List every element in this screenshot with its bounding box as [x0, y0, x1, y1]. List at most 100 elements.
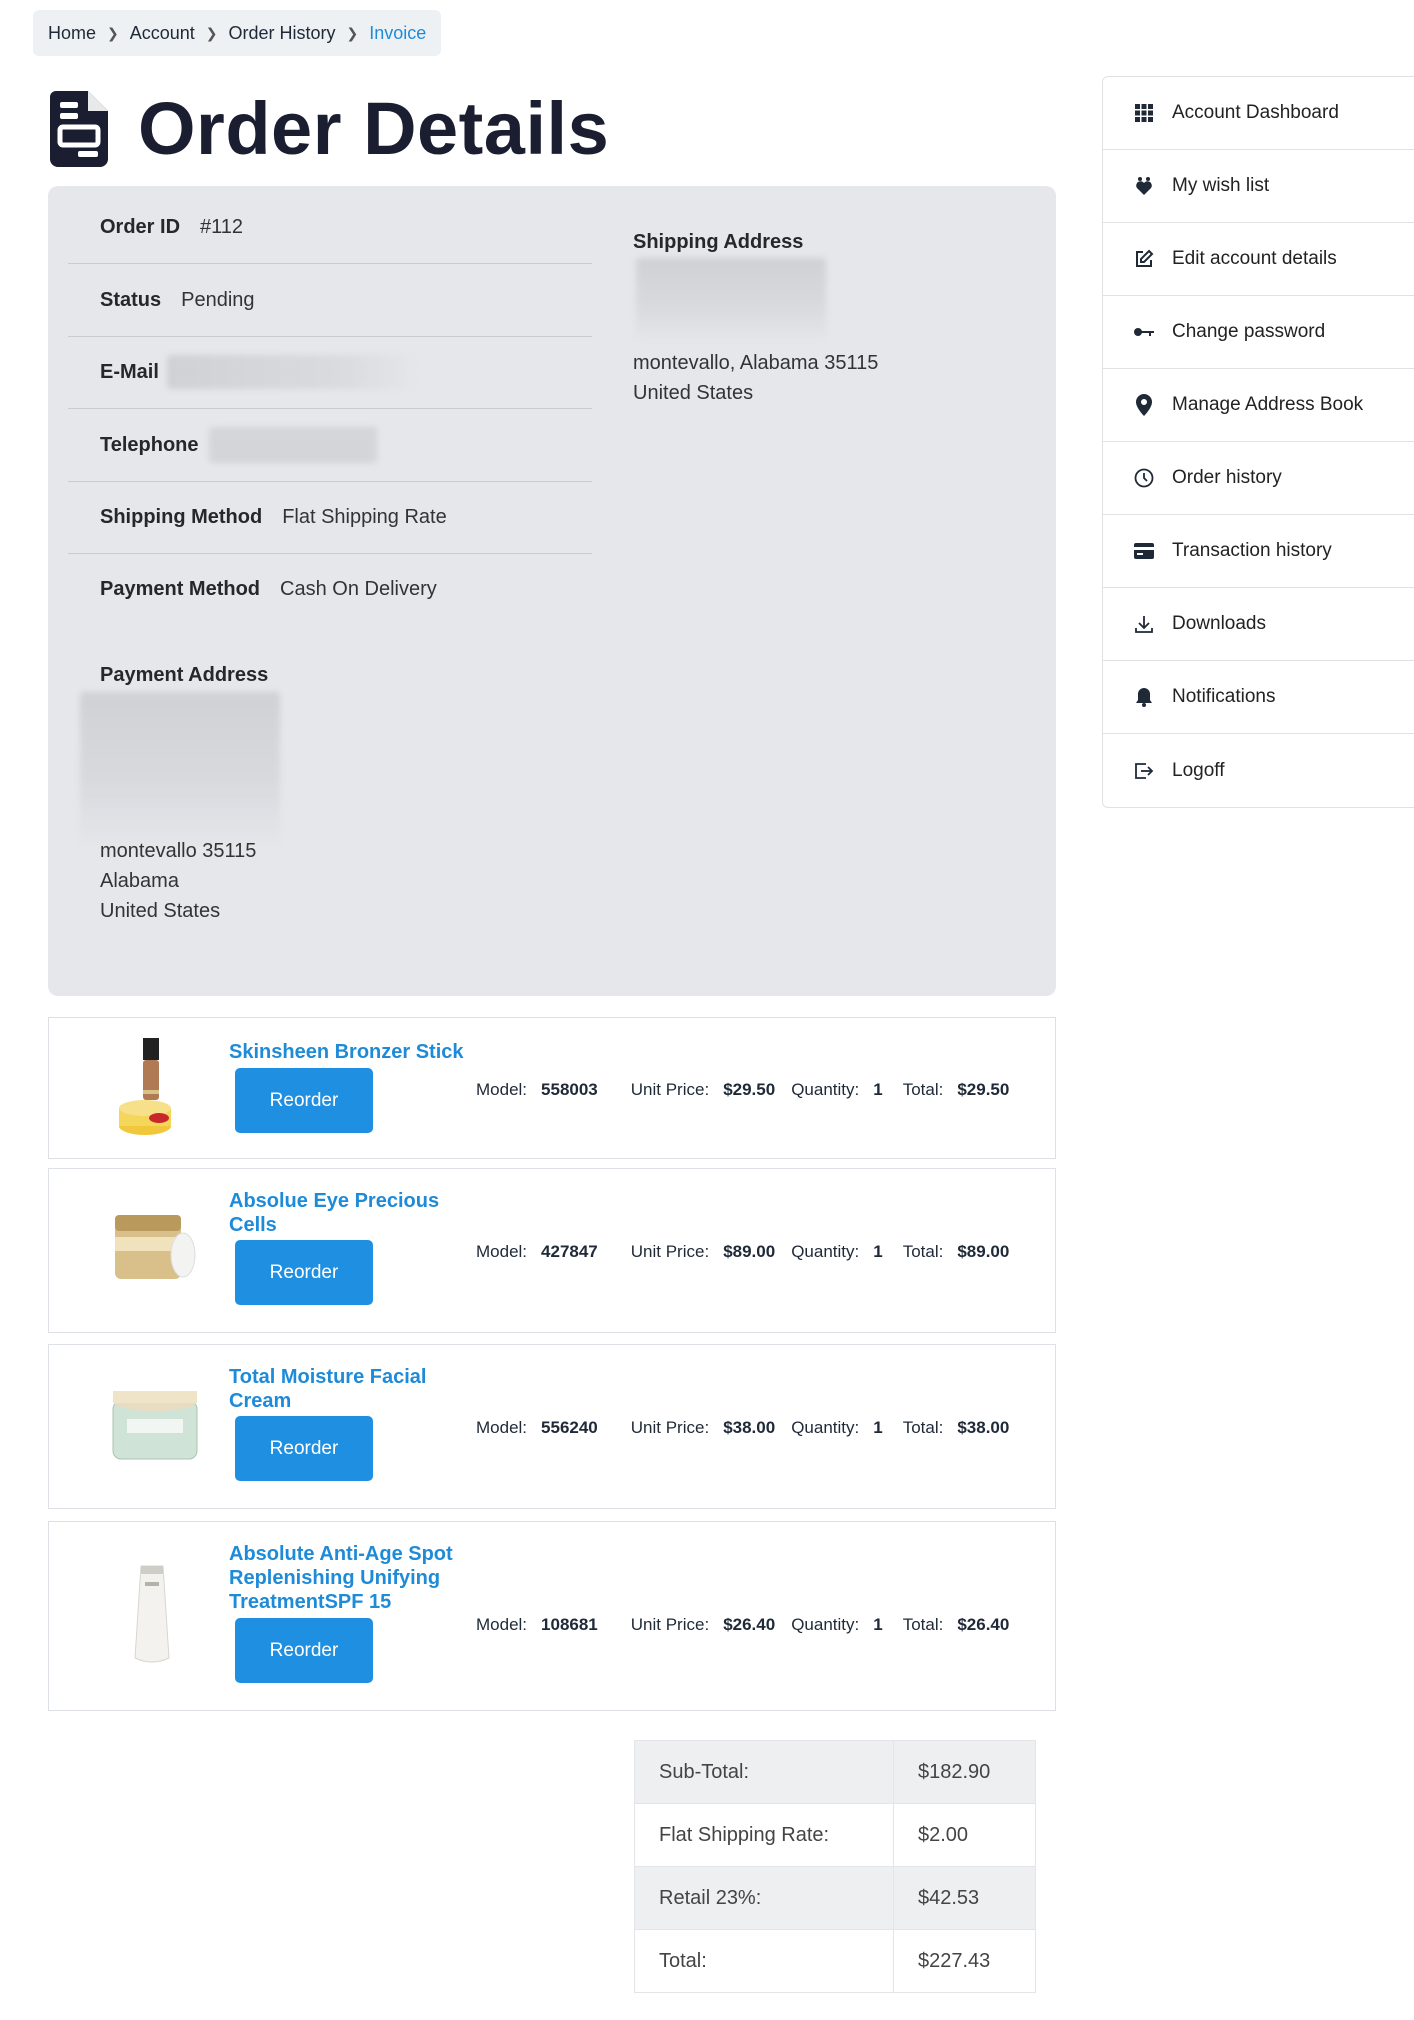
sidebar-item-label: Notifications	[1172, 686, 1276, 707]
telephone-redacted	[208, 427, 377, 463]
sidebar-item-label: Edit account details	[1172, 248, 1337, 269]
shipping-method-label: Shipping Method	[100, 505, 263, 528]
sidebar-item-address-book[interactable]: Manage Address Book	[1103, 369, 1414, 442]
unit-price-label: Unit Price:	[630, 1242, 710, 1261]
unit-price-value: $38.00	[723, 1418, 776, 1437]
totals-row: Sub-Total: $182.90	[634, 1740, 1036, 1804]
product-meta: Model: 427847 Unit Price: $89.00 Quantit…	[476, 1240, 1009, 1264]
product-image	[115, 1215, 196, 1279]
reorder-button[interactable]: Reorder	[235, 1240, 373, 1305]
grid-icon	[1133, 102, 1155, 124]
model-value: 556240	[541, 1418, 598, 1437]
model-label: Model:	[476, 1080, 528, 1099]
shipping-address-line: United States	[633, 382, 754, 404]
product-row: Absolute Anti-Age Spot Replenishing Unif…	[48, 1521, 1056, 1711]
unit-price-label: Unit Price:	[630, 1080, 710, 1099]
breadcrumb-home[interactable]: Home	[48, 23, 96, 44]
model-label: Model:	[476, 1242, 528, 1261]
sidebar-item-account-dashboard[interactable]: Account Dashboard	[1103, 77, 1414, 150]
bell-icon	[1133, 686, 1155, 708]
heart-icon	[1133, 175, 1155, 197]
order-totals-table: Sub-Total: $182.90 Flat Shipping Rate: $…	[634, 1740, 1036, 1993]
sidebar-item-label: Order history	[1172, 467, 1282, 488]
product-name-link[interactable]: Skinsheen Bronzer Stick	[229, 1040, 489, 1064]
shipping-method-value: Flat Shipping Rate	[282, 505, 447, 528]
map-pin-icon	[1133, 394, 1155, 416]
total-label: Total:	[902, 1242, 944, 1261]
telephone-label: Telephone	[100, 433, 199, 456]
breadcrumb-account[interactable]: Account	[130, 23, 195, 44]
unit-price-value: $26.40	[723, 1615, 776, 1634]
payment-address-line: Alabama	[100, 870, 179, 892]
order-id-row: Order ID #112	[68, 191, 592, 264]
chevron-right-icon: ❯	[346, 24, 359, 41]
clock-icon	[1133, 467, 1155, 489]
sidebar-item-notifications[interactable]: Notifications	[1103, 661, 1414, 734]
reorder-button[interactable]: Reorder	[235, 1618, 373, 1683]
order-info-panel: Order ID #112 Status Pending E-Mail Tele…	[48, 186, 1056, 996]
total-label: Total:	[902, 1615, 944, 1634]
sidebar-item-order-history[interactable]: Order history	[1103, 442, 1414, 515]
unit-price-value: $89.00	[723, 1242, 776, 1261]
chevron-right-icon: ❯	[107, 24, 119, 41]
total-value: $89.00	[957, 1242, 1010, 1261]
quantity-label: Quantity:	[791, 1242, 860, 1261]
total-value: $38.00	[957, 1418, 1010, 1437]
product-row: Skinsheen Bronzer Stick Reorder Model: 5…	[48, 1017, 1056, 1159]
reorder-button[interactable]: Reorder	[235, 1068, 373, 1133]
breadcrumb-invoice: Invoice	[369, 22, 427, 43]
quantity-value: 1	[873, 1080, 883, 1099]
shipping-address-line: montevallo, Alabama 35115	[633, 352, 879, 374]
email-label: E-Mail	[100, 360, 159, 383]
product-name-link[interactable]: Absolue Eye Precious Cells	[229, 1189, 489, 1237]
payment-address-redacted	[80, 692, 280, 847]
totals-amount: $2.00	[893, 1803, 1036, 1867]
sidebar-item-edit-account[interactable]: Edit account details	[1103, 223, 1414, 296]
product-row: Absolue Eye Precious Cells Reorder Model…	[48, 1168, 1056, 1333]
reorder-button[interactable]: Reorder	[235, 1416, 373, 1481]
total-value: $26.40	[957, 1615, 1010, 1634]
totals-label: Flat Shipping Rate:	[634, 1803, 894, 1867]
model-value: 108681	[541, 1615, 598, 1634]
breadcrumb: Home ❯ Account ❯ Order History ❯ Invoice	[33, 10, 442, 56]
sidebar-item-label: My wish list	[1172, 175, 1270, 196]
sidebar-item-transaction-history[interactable]: Transaction history	[1103, 515, 1414, 588]
payment-address-title: Payment Address	[100, 664, 269, 686]
page-header: Order Details	[50, 86, 609, 171]
shipping-address-redacted	[636, 258, 826, 342]
order-id-value: #112	[200, 215, 244, 238]
totals-row: Total: $227.43	[634, 1929, 1036, 1993]
totals-label: Retail 23%:	[634, 1866, 894, 1930]
sidebar-item-label: Change password	[1172, 321, 1326, 342]
quantity-value: 1	[873, 1615, 883, 1634]
model-label: Model:	[476, 1615, 528, 1634]
product-meta: Model: 556240 Unit Price: $38.00 Quantit…	[476, 1416, 1009, 1440]
product-image	[119, 1038, 171, 1135]
quantity-label: Quantity:	[791, 1418, 860, 1437]
sidebar-item-label: Downloads	[1172, 613, 1266, 634]
totals-row: Retail 23%: $42.53	[634, 1866, 1036, 1930]
sidebar-item-label: Transaction history	[1172, 540, 1332, 561]
product-meta: Model: 558003 Unit Price: $29.50 Quantit…	[476, 1078, 1009, 1102]
account-sidebar: Account Dashboard My wish list Edit acco…	[1102, 76, 1414, 808]
sidebar-item-downloads[interactable]: Downloads	[1103, 588, 1414, 661]
total-label: Total:	[902, 1418, 944, 1437]
credit-card-icon	[1133, 540, 1155, 562]
product-name-link[interactable]: Total Moisture Facial Cream	[229, 1365, 489, 1413]
shipping-address-title: Shipping Address	[633, 231, 804, 253]
quantity-label: Quantity:	[791, 1615, 860, 1634]
payment-address-line: montevallo 35115	[100, 840, 257, 862]
sidebar-item-change-password[interactable]: Change password	[1103, 296, 1414, 369]
totals-amount: $227.43	[893, 1929, 1036, 1993]
chevron-right-icon: ❯	[205, 24, 218, 41]
sidebar-item-wish-list[interactable]: My wish list	[1103, 150, 1414, 223]
order-id-label: Order ID	[100, 215, 181, 238]
sidebar-item-label: Manage Address Book	[1172, 394, 1364, 415]
breadcrumb-order-history[interactable]: Order History	[229, 23, 336, 44]
sidebar-item-logoff[interactable]: Logoff	[1103, 734, 1414, 807]
product-row: Total Moisture Facial Cream Reorder Mode…	[48, 1344, 1056, 1509]
product-name-link[interactable]: Absolute Anti-Age Spot Replenishing Unif…	[229, 1542, 489, 1614]
invoice-icon	[50, 90, 108, 167]
status-value: Pending	[181, 288, 255, 311]
telephone-row: Telephone	[68, 409, 592, 482]
